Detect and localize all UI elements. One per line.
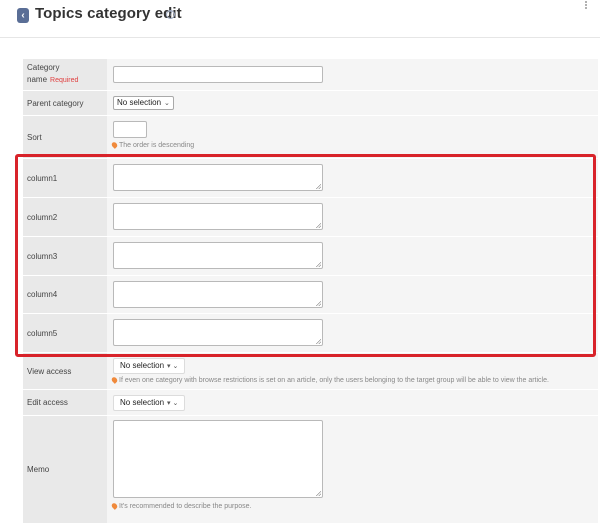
- row-column5: column5: [23, 314, 598, 353]
- row-column3: column3: [23, 237, 598, 276]
- chevron-down-icon: ⌄: [164, 100, 170, 107]
- pin-icon: [110, 141, 119, 149]
- chevron-down-icon: ▾ ⌄: [167, 363, 179, 370]
- required-badge: Required: [50, 77, 79, 84]
- sort-hint: The order is descending: [110, 141, 194, 149]
- sort-label: Sort: [27, 132, 42, 142]
- category-name-input[interactable]: [113, 66, 323, 83]
- row-column4: column4: [23, 276, 598, 314]
- chevron-down-icon: ▾ ⌄: [167, 400, 179, 407]
- column3-textarea[interactable]: [113, 242, 323, 269]
- row-category-name: Category name Required: [23, 59, 598, 91]
- memo-hint: It's recommended to describe the purpose…: [110, 502, 251, 510]
- column4-textarea[interactable]: [113, 281, 323, 308]
- back-button[interactable]: ‹: [17, 8, 29, 23]
- page-title: Topics category edit: [35, 5, 182, 22]
- sort-input[interactable]: [113, 121, 147, 138]
- column2-label: column2: [27, 212, 58, 222]
- category-name-label: Category: [27, 63, 60, 72]
- view-access-select[interactable]: No selection ▾ ⌄: [113, 358, 186, 374]
- chevron-left-icon: ‹: [21, 10, 25, 21]
- row-column2: column2: [23, 198, 598, 237]
- pin-icon: [110, 502, 119, 510]
- parent-category-select[interactable]: No selection ⌄: [113, 96, 174, 110]
- column3-label: column3: [27, 251, 58, 261]
- column1-textarea[interactable]: [113, 164, 323, 191]
- row-sort: Sort The order is descending: [23, 116, 598, 159]
- row-parent-category: Parent category No selection ⌄: [23, 91, 598, 116]
- kebab-icon[interactable]: [585, 0, 589, 10]
- column4-label: column4: [27, 290, 58, 299]
- row-column1: column1: [23, 159, 598, 198]
- row-view-access: View access No selection ▾ ⌄ If even one …: [23, 353, 598, 390]
- memo-label: Memo: [27, 465, 50, 474]
- column2-textarea[interactable]: [113, 203, 323, 230]
- page-header: ‹ Topics category edit ?: [0, 0, 600, 38]
- parent-category-label: Parent category: [27, 98, 84, 108]
- edit-access-label: Edit access: [27, 398, 68, 407]
- column1-label: column1: [27, 173, 58, 183]
- row-memo: Memo It's recommended to describe the pu…: [23, 416, 598, 524]
- view-access-label: View access: [27, 366, 72, 376]
- column5-label: column5: [27, 328, 58, 338]
- column5-textarea[interactable]: [113, 319, 323, 346]
- question-circle-icon[interactable]: ?: [166, 10, 175, 19]
- category-name-label-2: name: [27, 75, 48, 84]
- memo-textarea[interactable]: [113, 420, 323, 498]
- pin-icon: [110, 376, 119, 384]
- edit-access-select[interactable]: No selection ▾ ⌄: [113, 395, 186, 411]
- view-access-hint: If even one category with browse restric…: [110, 376, 549, 384]
- row-edit-access: Edit access No selection ▾ ⌄: [23, 390, 598, 416]
